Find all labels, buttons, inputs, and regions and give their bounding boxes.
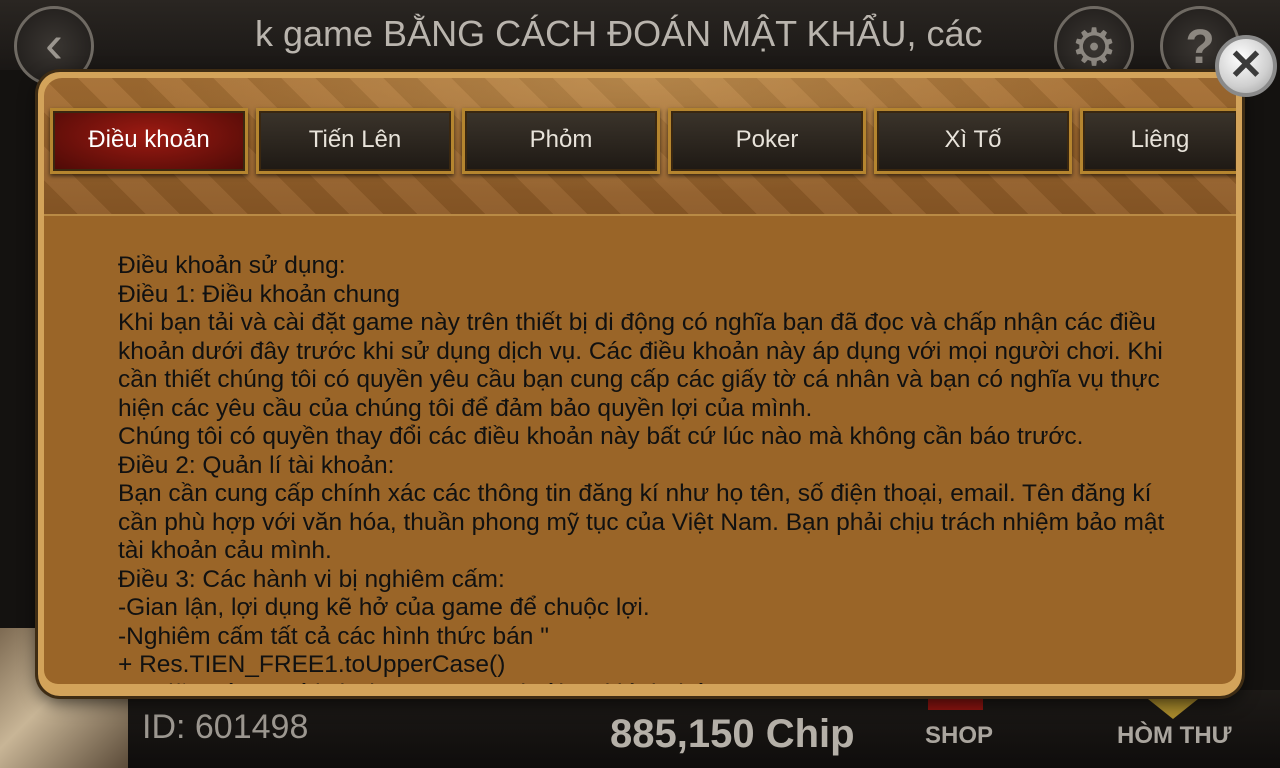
tab-tien-len[interactable]: Tiến Lên	[256, 108, 454, 174]
help-icon: ?	[1185, 21, 1215, 74]
close-icon: ✕	[1228, 41, 1264, 88]
user-id: ID: 601498	[142, 708, 309, 746]
terms-content[interactable]: Điều khoản sử dụng: Điều 1: Điều khoản c…	[44, 214, 1236, 684]
tab-poker[interactable]: Poker	[668, 108, 866, 174]
shop-button[interactable]: SHOP	[925, 722, 993, 750]
news-ticker: k game BẰNG CÁCH ĐOÁN MẬT KHẨU, các	[255, 10, 1020, 58]
terms-dialog: Điều khoản Tiến Lên Phỏm Poker Xì Tố Liê…	[38, 72, 1242, 696]
mailbox-button[interactable]: HÒM THƯ	[1117, 722, 1232, 750]
gear-icon: ⚙	[1070, 19, 1118, 77]
chevron-left-icon: ‹	[45, 14, 63, 74]
close-button[interactable]: ✕	[1215, 35, 1277, 97]
terms-text: Điều khoản sử dụng: Điều 1: Điều khoản c…	[118, 252, 1165, 684]
ticker-text: k game BẰNG CÁCH ĐOÁN MẬT KHẨU, các	[255, 13, 983, 54]
tab-phom[interactable]: Phỏm	[462, 108, 660, 174]
tab-dieu-khoan[interactable]: Điều khoản	[50, 108, 248, 174]
mail-icon[interactable]	[1143, 695, 1203, 719]
tab-xi-to[interactable]: Xì Tố	[874, 108, 1072, 174]
chip-balance: 885,150 Chip	[610, 712, 855, 756]
dialog-header: Điều khoản Tiến Lên Phỏm Poker Xì Tố Liê…	[44, 78, 1236, 214]
tab-lieng[interactable]: Liêng	[1080, 108, 1236, 174]
